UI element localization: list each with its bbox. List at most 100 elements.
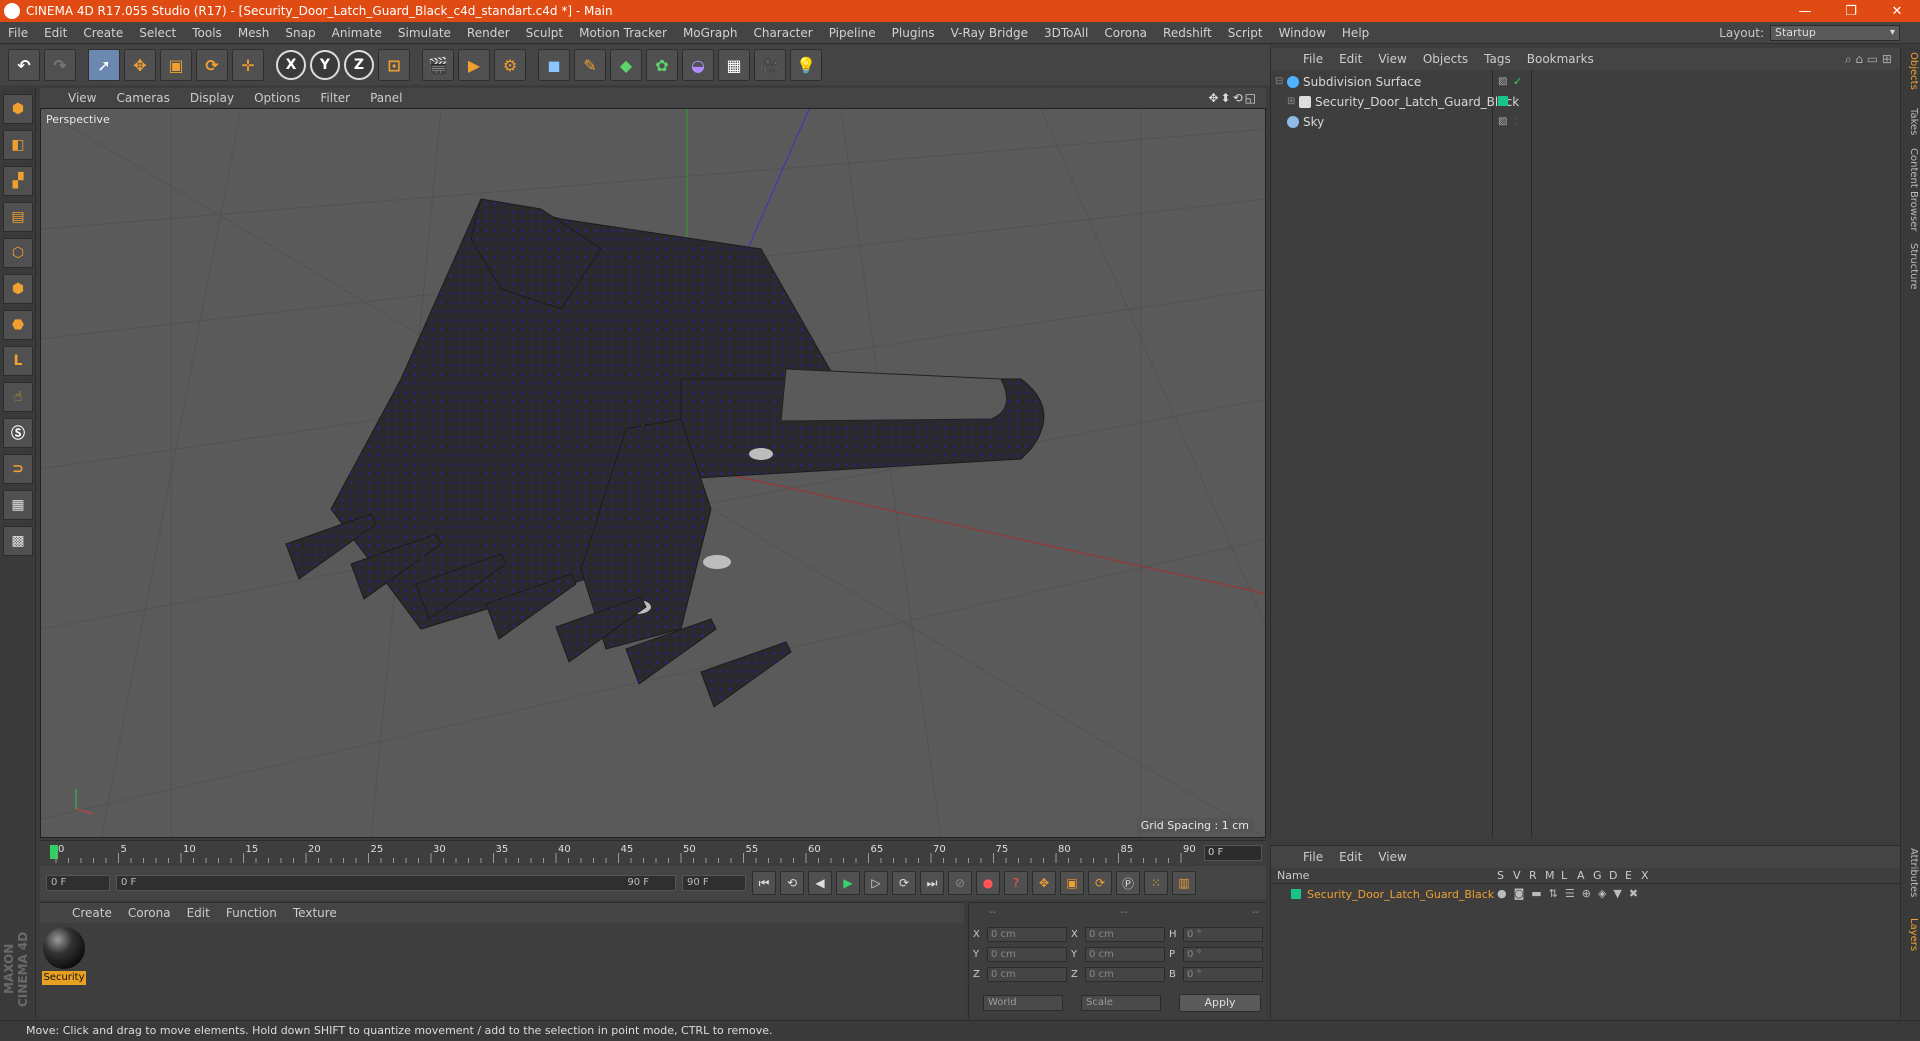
coordinate-system-icon[interactable]: ⊡ bbox=[378, 49, 410, 81]
layer-col-solo[interactable]: S bbox=[1497, 869, 1504, 882]
snap-magnet-icon[interactable]: ⊃ bbox=[3, 454, 33, 484]
object-name[interactable]: Subdivision Surface bbox=[1303, 75, 1421, 89]
menu-animate[interactable]: Animate bbox=[324, 26, 390, 40]
tab-objects[interactable]: Objects bbox=[1903, 52, 1919, 90]
object-row-sky[interactable]: Sky ▨ ⁚ bbox=[1271, 112, 1901, 131]
visibility-toggle-icon[interactable]: ▨ bbox=[1498, 76, 1507, 87]
menu-character[interactable]: Character bbox=[745, 26, 820, 40]
live-select-icon[interactable]: ➚ bbox=[88, 49, 120, 81]
layer-color-swatch[interactable] bbox=[1498, 96, 1508, 106]
layer-col-locked[interactable]: L bbox=[1561, 869, 1567, 882]
viewport-menu-view[interactable]: View bbox=[58, 91, 106, 105]
render-view-icon[interactable]: 🎬 bbox=[422, 49, 454, 81]
objects-menu-objects[interactable]: Objects bbox=[1415, 52, 1476, 66]
menu-help[interactable]: Help bbox=[1334, 26, 1377, 40]
layer-col-expressions[interactable]: E bbox=[1625, 869, 1632, 882]
object-row-subdivision-surface[interactable]: ⊟ Subdivision Surface ▨ ✓ bbox=[1271, 72, 1901, 91]
search-icon[interactable]: ⌕ ⌂ ▭ ⊞ bbox=[1845, 52, 1900, 67]
make-editable-icon[interactable]: ⬢ bbox=[3, 94, 33, 124]
visibility-dots-icon[interactable]: ⁚ bbox=[1515, 97, 1518, 106]
object-row-security-door-latch[interactable]: ⊞ Security_Door_Latch_Guard_Black ⁚ bbox=[1271, 92, 1901, 111]
move-tool-icon[interactable]: ✥ bbox=[124, 49, 156, 81]
viewport-menu-display[interactable]: Display bbox=[180, 91, 244, 105]
key-parameter-icon[interactable]: Ⓟ bbox=[1116, 871, 1140, 895]
material-menu-function[interactable]: Function bbox=[218, 906, 285, 920]
layer-color-swatch[interactable] bbox=[1291, 889, 1301, 899]
camera-icon[interactable]: 🎥 bbox=[754, 49, 786, 81]
rotation-p-field[interactable]: 0 ° bbox=[1183, 947, 1263, 962]
pen-spline-icon[interactable]: ✎ bbox=[574, 49, 606, 81]
menu-select[interactable]: Select bbox=[131, 26, 184, 40]
perspective-viewport[interactable]: Perspective Grid Spacing : 1 cm bbox=[40, 108, 1266, 838]
objects-menu-file[interactable]: File bbox=[1295, 52, 1331, 66]
visibility-toggle-icon[interactable]: ▨ bbox=[1498, 116, 1507, 127]
rotate-tool-icon[interactable]: ⟳ bbox=[196, 49, 228, 81]
menu-window[interactable]: Window bbox=[1271, 26, 1334, 40]
key-rotation-icon[interactable]: ⟳ bbox=[1088, 871, 1112, 895]
redo-icon[interactable]: ↷ bbox=[44, 49, 76, 81]
material-menu-texture[interactable]: Texture bbox=[285, 906, 345, 920]
material-name-label[interactable]: Security bbox=[42, 971, 86, 985]
play-forward-icon[interactable]: ▶ bbox=[836, 871, 860, 895]
viewport-menu-options[interactable]: Options bbox=[244, 91, 310, 105]
minimize-button[interactable]: — bbox=[1782, 4, 1828, 19]
record-keyframe-icon[interactable]: ● bbox=[976, 871, 1000, 895]
key-point-level-icon[interactable]: ⁙ bbox=[1144, 871, 1168, 895]
rotation-b-field[interactable]: 0 ° bbox=[1183, 967, 1263, 982]
recent-tool-icon[interactable]: ✛ bbox=[232, 49, 264, 81]
array-generator-icon[interactable]: ✿ bbox=[646, 49, 678, 81]
x-axis-lock-icon[interactable]: X bbox=[276, 50, 306, 80]
tab-attributes[interactable]: Attributes bbox=[1903, 848, 1919, 897]
undo-icon[interactable]: ↶ bbox=[8, 49, 40, 81]
timeline-playhead[interactable] bbox=[50, 845, 58, 859]
expand-collapse-icon[interactable]: ⊞ bbox=[1287, 96, 1295, 107]
menu-tools[interactable]: Tools bbox=[184, 26, 230, 40]
layers-menu-edit[interactable]: Edit bbox=[1331, 850, 1370, 864]
previous-frame-icon[interactable]: ◀ bbox=[808, 871, 832, 895]
expand-collapse-icon[interactable]: ⊟ bbox=[1275, 76, 1283, 87]
texture-mode-icon[interactable]: ▞ bbox=[3, 166, 33, 196]
layer-toggle-icons[interactable]: ●◙▬⇅☰⊕◈▼✖ bbox=[1497, 887, 1645, 900]
enabled-check-icon[interactable]: ✓ bbox=[1513, 75, 1522, 88]
edges-mode-icon[interactable]: ⬢ bbox=[3, 274, 33, 304]
menu-sculpt[interactable]: Sculpt bbox=[518, 26, 571, 40]
layer-col-manager[interactable]: M bbox=[1545, 869, 1555, 882]
menu-redshift[interactable]: Redshift bbox=[1155, 26, 1220, 40]
material-menu-corona[interactable]: Corona bbox=[120, 906, 179, 920]
layer-col-xref[interactable]: X bbox=[1641, 869, 1649, 882]
layer-name[interactable]: Security_Door_Latch_Guard_Black bbox=[1307, 888, 1494, 901]
layer-col-deformers[interactable]: D bbox=[1609, 869, 1617, 882]
size-y-field[interactable]: 0 cm bbox=[1085, 947, 1165, 962]
object-name[interactable]: Sky bbox=[1303, 115, 1324, 129]
coordinate-space-dropdown[interactable]: World bbox=[983, 995, 1063, 1011]
menu-edit[interactable]: Edit bbox=[36, 26, 75, 40]
polygons-mode-icon[interactable]: ⬣ bbox=[3, 310, 33, 340]
layer-col-render[interactable]: R bbox=[1529, 869, 1537, 882]
light-icon[interactable]: 💡 bbox=[790, 49, 822, 81]
layer-row[interactable]: Security_Door_Latch_Guard_Black ●◙▬⇅☰⊕◈▼… bbox=[1271, 886, 1901, 904]
tab-takes[interactable]: Takes bbox=[1903, 108, 1919, 135]
restore-button[interactable]: ❐ bbox=[1828, 4, 1874, 19]
workplane-snap-icon[interactable]: ▩ bbox=[3, 526, 33, 556]
menu-plugins[interactable]: Plugins bbox=[884, 26, 943, 40]
material-preview-swatch[interactable] bbox=[43, 927, 85, 969]
cube-primitive-icon[interactable]: ◼ bbox=[538, 49, 570, 81]
layout-dropdown[interactable]: Startup bbox=[1770, 24, 1900, 41]
tab-layers[interactable]: Layers bbox=[1903, 918, 1919, 951]
workplane-mode-icon[interactable]: ▤ bbox=[3, 202, 33, 232]
render-picture-viewer-icon[interactable]: ▶ bbox=[458, 49, 490, 81]
layers-menu-view[interactable]: View bbox=[1370, 850, 1414, 864]
position-x-field[interactable]: 0 cm bbox=[987, 927, 1067, 942]
frame-range-slider[interactable]: 0 F 90 F bbox=[116, 875, 676, 891]
material-menu-edit[interactable]: Edit bbox=[179, 906, 218, 920]
objects-menu-tags[interactable]: Tags bbox=[1476, 52, 1519, 66]
size-z-field[interactable]: 0 cm bbox=[1085, 967, 1165, 982]
menu-mesh[interactable]: Mesh bbox=[230, 26, 278, 40]
z-axis-lock-icon[interactable]: Z bbox=[344, 50, 374, 80]
tab-structure[interactable]: Structure bbox=[1903, 243, 1919, 290]
menu-corona[interactable]: Corona bbox=[1096, 26, 1155, 40]
viewport-menu-filter[interactable]: Filter bbox=[310, 91, 360, 105]
apply-button[interactable]: Apply bbox=[1179, 994, 1261, 1012]
menu-mograph[interactable]: MoGraph bbox=[675, 26, 746, 40]
timeline-ruler[interactable]: 0 5 10 15 20 25 30 35 40 45 50 55 60 65 70 75 80 85 90 0 F bbox=[40, 840, 1266, 864]
